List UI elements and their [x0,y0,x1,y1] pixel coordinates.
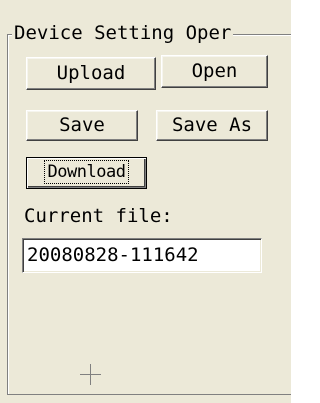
crosshair-icon [80,364,101,385]
download-button-label: Download [43,160,130,184]
groupbox-title: Device Setting Oper [12,20,234,46]
save-button[interactable]: Save [26,110,138,141]
upload-button[interactable]: Upload [26,57,156,90]
groupbox-bottom-edge [7,394,291,395]
current-file-field[interactable]: 20080828-111642 [22,238,262,273]
current-file-label: Current file: [24,205,173,227]
open-button[interactable]: Open [161,55,268,88]
device-setting-panel: Device Setting Oper Upload Open Save Sav… [0,0,291,403]
save-as-button[interactable]: Save As [156,110,268,141]
download-button[interactable]: Download [26,157,147,189]
